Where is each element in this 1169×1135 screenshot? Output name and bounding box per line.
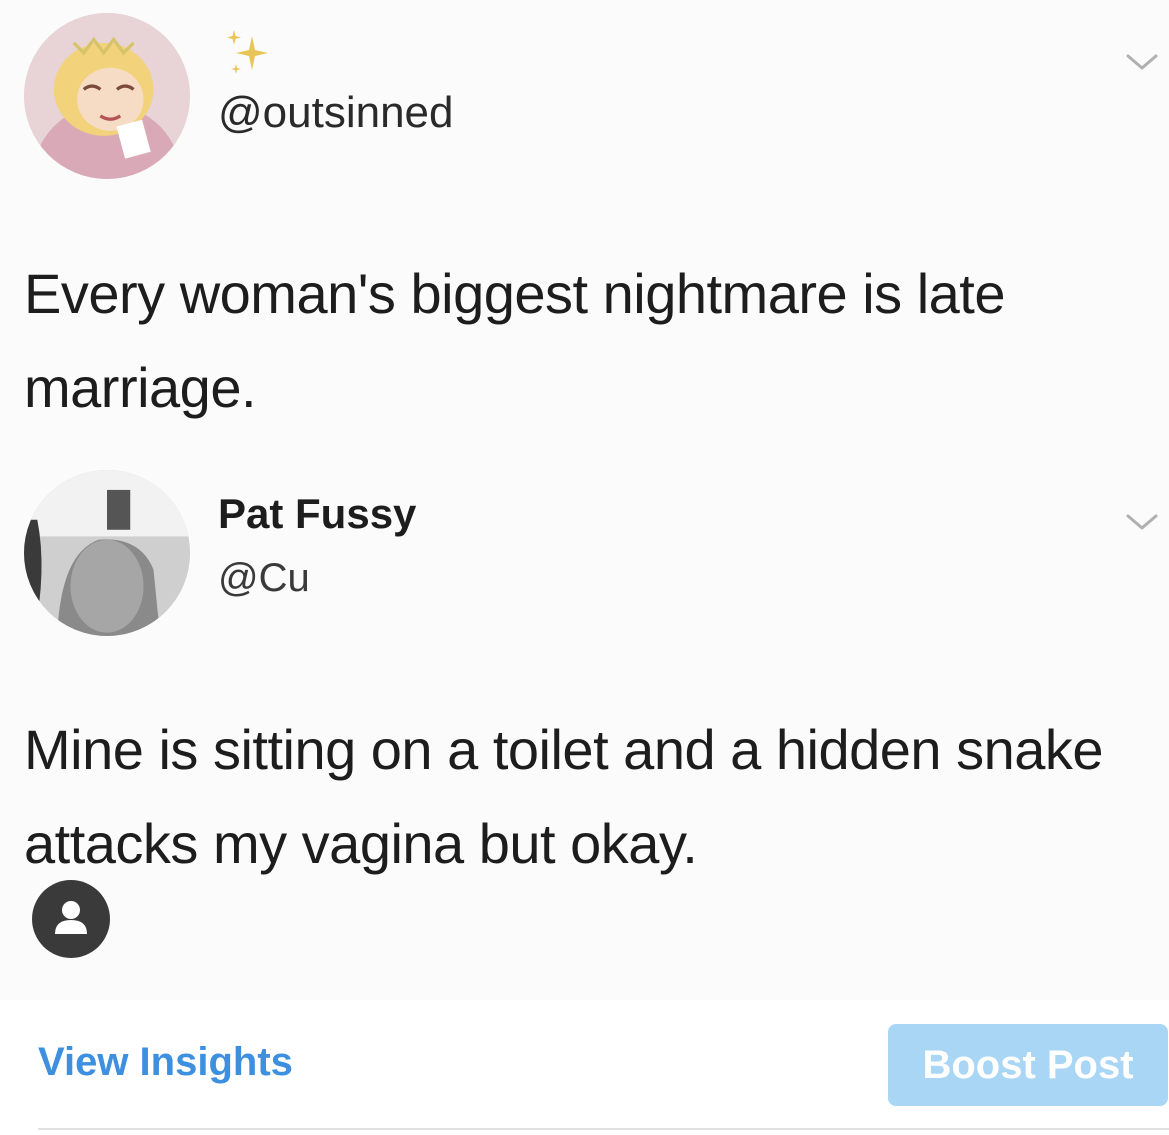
boost-post-button[interactable]: Boost Post <box>888 1024 1168 1106</box>
reply-text: Mine is sitting on a toilet and a hidden… <box>24 718 1104 875</box>
divider <box>38 1128 1169 1130</box>
tweet-screenshot: @outsinned Every woman's biggest nightma… <box>0 0 1169 1000</box>
outsinned-avatar <box>24 13 190 179</box>
tweet-text: Every woman's biggest nightmare is late … <box>24 262 1005 419</box>
user-icon <box>55 901 87 934</box>
sparkle-icon <box>227 30 268 74</box>
tweet-author-handle: @outsinned <box>218 88 454 137</box>
reply-handle: @Cu <box>218 556 310 600</box>
chevron-down-icon <box>1126 514 1158 530</box>
view-insights-link[interactable]: View Insights <box>38 1040 293 1085</box>
cartoon-avatar-icon <box>24 13 190 179</box>
pat-fussy-avatar <box>24 470 190 636</box>
photo-avatar-icon <box>24 470 190 636</box>
chevron-down-icon <box>1126 54 1158 70</box>
reply-display-name: Pat Fussy <box>218 490 417 537</box>
user-tag-button[interactable] <box>32 880 110 958</box>
